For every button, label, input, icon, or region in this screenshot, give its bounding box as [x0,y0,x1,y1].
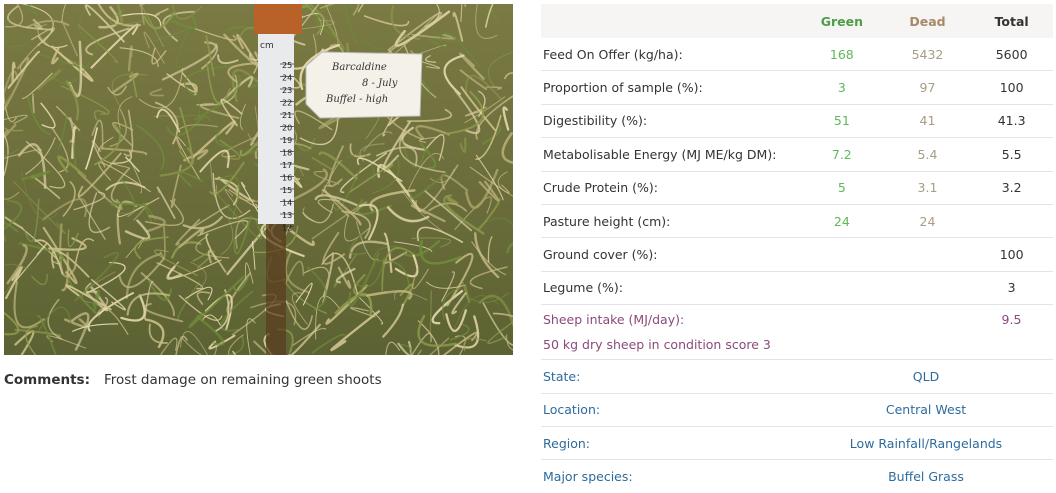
ruler-unit: cm [260,41,274,51]
row-label: Crude Protein (%): [543,180,659,196]
row-label: Legume (%): [543,280,623,296]
table-row: Proportion of sample (%): 3 97 100 [541,71,1053,105]
info-value: Central West [885,402,967,418]
cell-green: 7.2 [831,146,852,162]
table-header: Green Dead Total [541,4,1053,38]
ruler-tick-label: 14 [282,199,292,208]
cell-total: 3 [1007,280,1016,296]
ruler-tick-label: 21 [282,111,292,120]
cell-green: 168 [829,46,854,62]
table-row: Ground cover (%): 100 [541,238,1053,272]
ruler-tick-label: 19 [282,136,292,145]
cell-dead: 3.1 [917,180,938,196]
ruler-tick-label: 12 [282,224,292,233]
info-label: Region: [543,435,591,451]
info-label: Location: [543,402,601,418]
ruler-tick-label: 20 [282,124,292,133]
ruler-tick-label: 16 [282,174,292,183]
pasture-table: Green Dead Total Feed On Offer (kg/ha): 1… [541,4,1053,493]
sample-tag: Barcaldine 8 - July Buffel - high [305,51,423,119]
header-green: Green [820,13,863,29]
table-row: Crude Protein (%): 5 3.1 3.2 [541,172,1053,205]
info-row: Location: Central West [541,394,1053,427]
info-value: QLD [912,368,940,384]
cell-green: 3 [837,80,846,96]
cell-green: 24 [833,213,850,229]
cell-green: 5 [837,180,846,196]
cell-dead: 97 [919,80,936,96]
cell-total: 5.5 [1001,146,1022,162]
table-row: Feed On Offer (kg/ha): 168 5432 5600 [541,38,1053,72]
row-label: Metabolisable Energy (MJ ME/kg DM): [543,146,777,162]
row-label: Digestibility (%): [543,113,648,129]
cell-green: 51 [833,113,850,129]
ruler-tick-label: 24 [282,74,292,83]
ruler-tick-label: 18 [282,149,292,158]
tag-line: Barcaldine [331,62,387,73]
cell-dead: 24 [919,213,936,229]
cell-total: 5600 [995,46,1028,62]
info-row: State: QLD [541,360,1053,394]
info-label: State: [543,368,581,384]
table-row: Metabolisable Energy (MJ ME/kg DM): 7.2 5.… [541,138,1053,172]
table-row: Pasture height (cm): 24 24 [541,205,1053,239]
info-label: Major species: [543,468,633,484]
tag-line: 8 - July [362,78,398,89]
info-value: Low Rainfall/Rangelands [849,435,1003,451]
cell-dead: 5432 [911,46,944,62]
cell-total: 41.3 [997,113,1026,129]
sheep-intake-note: 50 kg dry sheep in condition score 3 [543,337,771,353]
cell-dead: 41 [919,113,936,129]
comments: Comments: Frost damage on remaining gree… [4,372,382,388]
comments-text: Frost damage on remaining green shoots [103,372,382,388]
row-label: Ground cover (%): [543,247,658,263]
ruler-tick-label: 22 [282,99,292,108]
row-label: Proportion of sample (%): [543,80,703,96]
ruler-tick-label: 25 [282,61,292,70]
ruler-tick-label: 15 [282,186,292,195]
comments-label: Comments: [4,372,90,388]
cell-total: 3.2 [1001,180,1022,196]
tag-line: Buffel - high [325,94,388,105]
sheep-intake-value: 9.5 [1001,312,1022,328]
row-label: Pasture height (cm): [543,213,671,229]
info-value: Buffel Grass [888,468,964,484]
table-row: Legume (%): 3 [541,272,1053,306]
cell-dead: 5.4 [917,146,938,162]
row-label: Feed On Offer (kg/ha): [543,46,683,62]
header-total: Total [994,13,1029,29]
ruler-tick-label: 23 [282,86,292,95]
header-dead: Dead [909,13,946,29]
info-row: Major species: Buffel Grass [541,460,1053,492]
info-row: Region: Low Rainfall/Rangelands [541,427,1053,461]
table-row: Digestibility (%): 51 41 41.3 [541,105,1053,139]
cell-total: 100 [999,247,1024,263]
sheep-intake-label: Sheep intake (MJ/day): [543,312,685,328]
ruler-tick-label: 17 [282,161,292,170]
ruler-tick-label: 13 [282,211,292,220]
pasture-photo: cm 25 24 23 22 21 20 19 18 17 16 15 14 13 12 Barcaldi… [4,4,513,355]
cell-total: 100 [999,80,1024,96]
sheep-intake-row: Sheep intake (MJ/day): 50 kg dry sheep i… [541,305,1053,361]
